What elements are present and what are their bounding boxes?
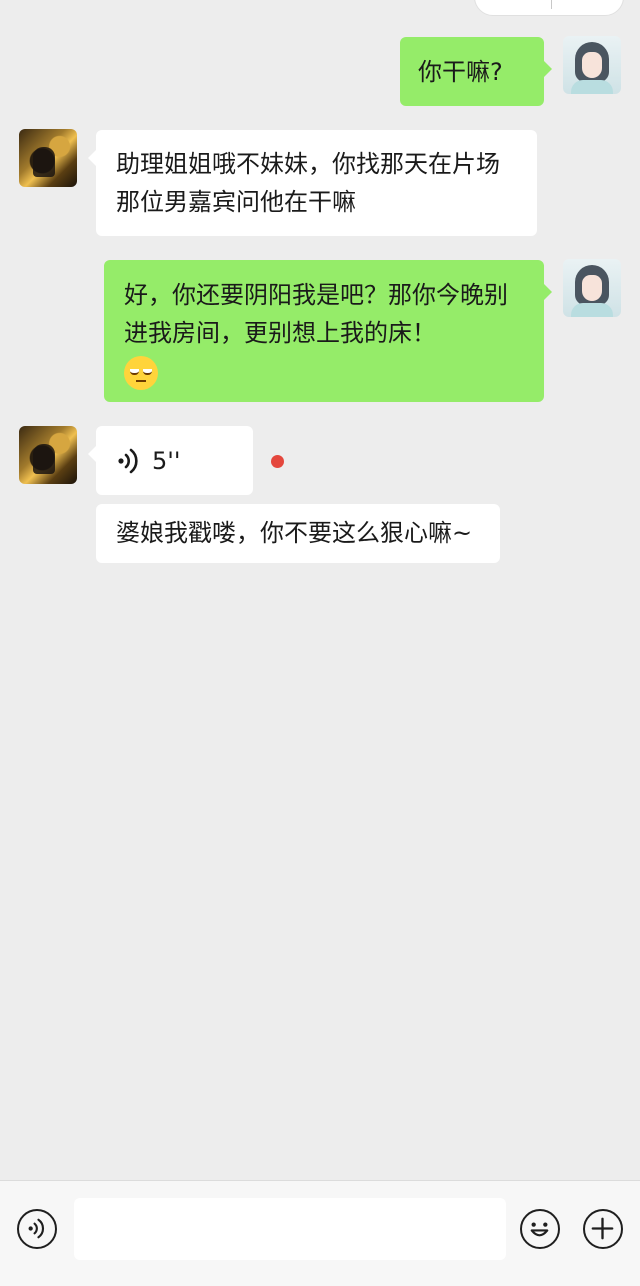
message-input[interactable] xyxy=(74,1198,506,1260)
emoji-icon[interactable] xyxy=(520,1209,560,1249)
voice-message-bubble[interactable]: 5'' xyxy=(88,426,253,495)
unread-dot xyxy=(271,455,284,468)
message-bubble-incoming[interactable]: 婆娘我戳喽，你不要这么狠心嘛~ xyxy=(96,504,500,563)
unamused-face-emoji-icon xyxy=(124,356,158,390)
plus-icon[interactable] xyxy=(583,1209,623,1249)
input-bar xyxy=(0,1180,640,1286)
message-text: 助理姐姐哦不妹妹，你找那天在片场那位男嘉宾问他在干嘛 xyxy=(116,150,500,216)
top-partial-button[interactable] xyxy=(474,0,624,16)
message-text: 婆娘我戳喽，你不要这么狠心嘛~ xyxy=(116,519,473,547)
contact-avatar[interactable] xyxy=(19,426,77,484)
message-bubble-outgoing[interactable]: 好，你还要阴阳我是吧？那你今晚别进我房间，更别想上我的床！ xyxy=(104,260,552,402)
voice-wave-icon xyxy=(116,446,142,476)
contact-avatar[interactable] xyxy=(19,129,77,187)
my-avatar[interactable] xyxy=(563,36,621,94)
my-avatar[interactable] xyxy=(563,259,621,317)
message-text: 你干嘛? xyxy=(418,58,503,86)
voice-duration: 5'' xyxy=(152,447,181,475)
message-text: 好，你还要阴阳我是吧？那你今晚别进我房间，更别想上我的床！ xyxy=(124,281,508,347)
chat-area: 你干嘛? 助理姐姐哦不妹妹，你找那天在片场那位男嘉宾问他在干嘛 好，你还要阴阳我… xyxy=(0,0,640,1180)
divider xyxy=(551,0,552,9)
message-bubble-incoming[interactable]: 助理姐姐哦不妹妹，你找那天在片场那位男嘉宾问他在干嘛 xyxy=(88,130,537,236)
voice-input-icon[interactable] xyxy=(17,1209,57,1249)
message-bubble-outgoing[interactable]: 你干嘛? xyxy=(400,37,552,106)
